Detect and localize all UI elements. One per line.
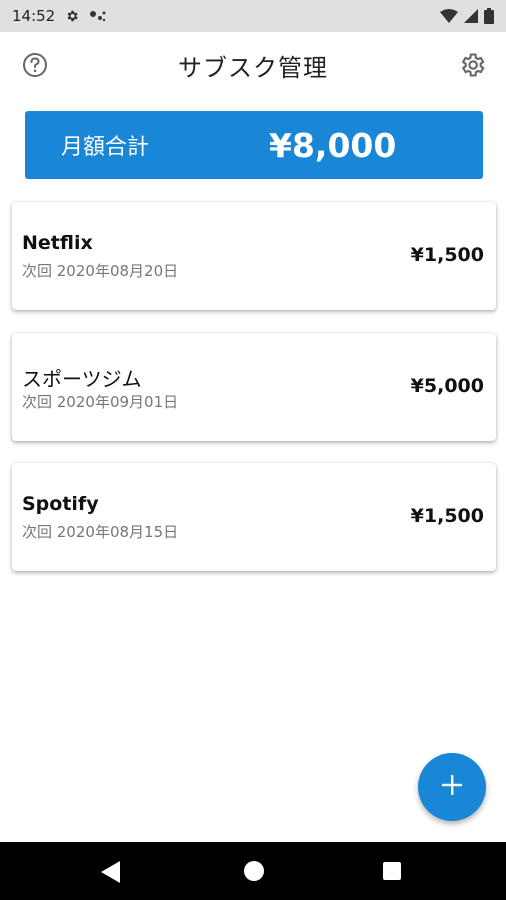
- subscription-next-date: 次回 2020年08月15日: [22, 523, 179, 541]
- subscription-name: Netflix: [22, 232, 93, 254]
- battery-icon: [484, 8, 494, 24]
- subscription-price: ¥1,500: [410, 244, 484, 266]
- monthly-total-label: 月額合計: [61, 135, 150, 160]
- subscription-price: ¥1,500: [410, 505, 484, 527]
- subscription-name: スポーツジム: [22, 367, 142, 391]
- app-bar: サブスク管理: [0, 32, 506, 98]
- subscription-name: Spotify: [22, 493, 99, 515]
- page-title: サブスク管理: [178, 53, 328, 82]
- status-bar: 14:52: [0, 0, 506, 32]
- back-icon[interactable]: [101, 861, 121, 887]
- signal-icon: [464, 9, 478, 23]
- settings-status-icon: [65, 9, 79, 23]
- subscription-card-netflix[interactable]: Netflix 次回 2020年08月20日 ¥1,500: [12, 202, 496, 310]
- add-icon: [441, 774, 463, 800]
- monthly-total-banner: 月額合計 ¥8,000: [25, 111, 483, 179]
- subscription-card-gym[interactable]: スポーツジム 次回 2020年09月01日 ¥5,000: [12, 333, 496, 441]
- home-icon[interactable]: [244, 861, 264, 881]
- subscription-card-spotify[interactable]: Spotify 次回 2020年08月15日 ¥1,500: [12, 463, 496, 571]
- wifi-icon: [440, 9, 458, 23]
- subscription-price: ¥5,000: [410, 375, 484, 397]
- subscription-next-date: 次回 2020年08月20日: [22, 262, 179, 280]
- recents-icon[interactable]: [383, 862, 401, 880]
- status-time: 14:52: [12, 7, 56, 25]
- add-subscription-button[interactable]: [418, 753, 486, 821]
- navigation-bar: [0, 842, 506, 900]
- settings-icon[interactable]: [458, 51, 486, 79]
- monthly-total-amount: ¥8,000: [269, 125, 397, 165]
- assistant-status-icon: [89, 9, 107, 23]
- subscription-next-date: 次回 2020年09月01日: [22, 393, 179, 411]
- help-icon[interactable]: [22, 52, 48, 78]
